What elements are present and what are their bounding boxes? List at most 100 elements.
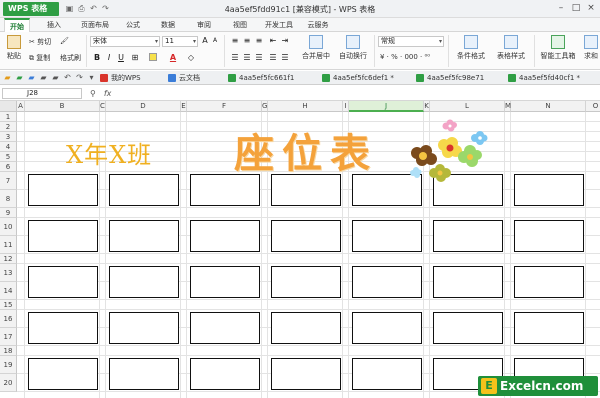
- menu-data[interactable]: 数据: [156, 18, 180, 32]
- seat-box[interactable]: [109, 174, 179, 206]
- row-header-4[interactable]: 4: [0, 142, 17, 152]
- indent-right-icon[interactable]: ⇥: [280, 36, 290, 46]
- seat-box[interactable]: [190, 312, 260, 344]
- menu-home[interactable]: 开始: [4, 18, 30, 32]
- table-style-button[interactable]: 表格样式: [492, 35, 530, 61]
- border-icon[interactable]: ⊞: [130, 53, 140, 63]
- row-header-9[interactable]: 9: [0, 208, 17, 218]
- tab-doc-3[interactable]: 4aa5ef5fc98e71: [414, 72, 506, 85]
- row-header-19[interactable]: 19: [0, 356, 17, 374]
- menu-review[interactable]: 审阅: [192, 18, 216, 32]
- save-doc-icon[interactable]: ▰: [26, 72, 37, 83]
- seat-box[interactable]: [352, 220, 422, 252]
- seat-box[interactable]: [352, 266, 422, 298]
- seat-box[interactable]: [109, 220, 179, 252]
- align-bottom-icon[interactable]: ≡: [254, 36, 264, 46]
- seat-box[interactable]: [109, 358, 179, 390]
- row-header-3[interactable]: 3: [0, 132, 17, 142]
- column-header-h[interactable]: H: [268, 101, 343, 112]
- wrap-text-button[interactable]: 自动换行: [336, 35, 370, 61]
- column-header-l[interactable]: L: [430, 101, 505, 112]
- column-header-j[interactable]: J: [349, 101, 424, 112]
- row-header-13[interactable]: 13: [0, 264, 17, 282]
- seat-box[interactable]: [28, 312, 98, 344]
- seat-box[interactable]: [28, 266, 98, 298]
- italic-icon[interactable]: I: [104, 53, 114, 63]
- open-folder-icon[interactable]: ▰: [2, 72, 13, 83]
- row-header-15[interactable]: 15: [0, 300, 17, 310]
- print-doc-icon[interactable]: ▰: [38, 72, 49, 83]
- row-header-10[interactable]: 10: [0, 218, 17, 236]
- font-size-select[interactable]: 11 ▾: [162, 36, 198, 47]
- seat-box[interactable]: [433, 220, 503, 252]
- redo-doc-icon[interactable]: ↷: [74, 72, 85, 83]
- indent-left-icon[interactable]: ⇤: [268, 36, 278, 46]
- seat-box[interactable]: [28, 358, 98, 390]
- minimize-icon[interactable]: –: [554, 2, 568, 15]
- align-top-icon[interactable]: ≡: [230, 36, 240, 46]
- justify-icon[interactable]: ☰: [268, 53, 278, 63]
- column-header-f[interactable]: F: [187, 101, 262, 112]
- seat-box[interactable]: [271, 312, 341, 344]
- tab-doc-1[interactable]: 4aa5ef5fc661f1: [226, 72, 322, 85]
- menu-cloud[interactable]: 云服务: [304, 18, 332, 32]
- distribute-icon[interactable]: ☰: [280, 53, 290, 63]
- tab-doc-4[interactable]: 4aa5ef5fd40cf1 *: [506, 72, 600, 85]
- decrease-font-icon[interactable]: A: [210, 36, 220, 46]
- tab-doc-2[interactable]: 4aa5ef5fc6def1 *: [320, 72, 414, 85]
- column-header-b[interactable]: B: [25, 101, 100, 112]
- seat-box[interactable]: [433, 312, 503, 344]
- menu-developer[interactable]: 开发工具: [262, 18, 296, 32]
- seat-box[interactable]: [28, 220, 98, 252]
- menu-view[interactable]: 视图: [228, 18, 252, 32]
- conditional-format-button[interactable]: 条件格式: [452, 35, 490, 61]
- number-buttons[interactable]: ¥ · % · 000 · ⁰⁰: [380, 53, 430, 61]
- copy-button[interactable]: ⧉ 复制: [29, 53, 50, 63]
- seat-box[interactable]: [190, 358, 260, 390]
- number-format-select[interactable]: 常规 ▾: [378, 36, 444, 47]
- seat-box[interactable]: [514, 266, 584, 298]
- row-header-5[interactable]: 5: [0, 152, 17, 162]
- format-painter-icon[interactable]: 🖌: [60, 37, 69, 45]
- format-painter-button[interactable]: 格式刷: [60, 53, 81, 63]
- row-header-17[interactable]: 17: [0, 328, 17, 346]
- row-header-12[interactable]: 12: [0, 254, 17, 264]
- align-right-icon[interactable]: ☰: [254, 53, 264, 63]
- row-header-8[interactable]: 8: [0, 190, 17, 208]
- seat-box[interactable]: [190, 220, 260, 252]
- seat-box[interactable]: [271, 220, 341, 252]
- cut-button[interactable]: ✂ 剪切: [29, 37, 51, 47]
- bold-icon[interactable]: B: [92, 53, 102, 63]
- row-header-6[interactable]: 6: [0, 162, 17, 172]
- maximize-icon[interactable]: □: [569, 2, 583, 15]
- align-center-icon[interactable]: ☰: [242, 53, 252, 63]
- select-all-corner[interactable]: [0, 101, 17, 112]
- column-header-o[interactable]: O: [586, 101, 600, 112]
- column-header-d[interactable]: D: [106, 101, 181, 112]
- paste-button[interactable]: 粘贴: [3, 35, 25, 61]
- font-color-icon[interactable]: A: [168, 53, 178, 63]
- underline-icon[interactable]: U: [116, 53, 126, 63]
- smart-toolbox-button[interactable]: 智能工具箱: [536, 35, 580, 61]
- column-header-a[interactable]: A: [17, 101, 25, 112]
- sum-button[interactable]: 求和: [582, 35, 600, 61]
- row-header-20[interactable]: 20: [0, 374, 17, 392]
- undo-doc-icon[interactable]: ↶: [62, 72, 73, 83]
- spreadsheet-grid[interactable]: A B C D E F G H I J K L M N O 1 2 3 4 5 6 7 8 9 10 11 12 13 14 15 16 17…: [0, 101, 600, 398]
- menu-page-layout[interactable]: 页面布局: [78, 18, 112, 32]
- zoom-icon[interactable]: ⚲: [90, 89, 96, 98]
- align-middle-icon[interactable]: ≡: [242, 36, 252, 46]
- seat-box[interactable]: [352, 312, 422, 344]
- seat-box[interactable]: [271, 266, 341, 298]
- tab-my-wps[interactable]: 我的WPS: [98, 72, 156, 85]
- font-name-select[interactable]: 宋体 ▾: [90, 36, 160, 47]
- seat-box[interactable]: [514, 174, 584, 206]
- fx-icon[interactable]: fx: [104, 89, 112, 98]
- menu-formula[interactable]: 公式: [122, 18, 144, 32]
- tab-cloud-doc[interactable]: 云文档: [166, 72, 222, 85]
- row-header-11[interactable]: 11: [0, 236, 17, 254]
- increase-font-icon[interactable]: A: [200, 36, 210, 46]
- column-header-n[interactable]: N: [511, 101, 586, 112]
- seat-box[interactable]: [514, 312, 584, 344]
- align-left-icon[interactable]: ☰: [230, 53, 240, 63]
